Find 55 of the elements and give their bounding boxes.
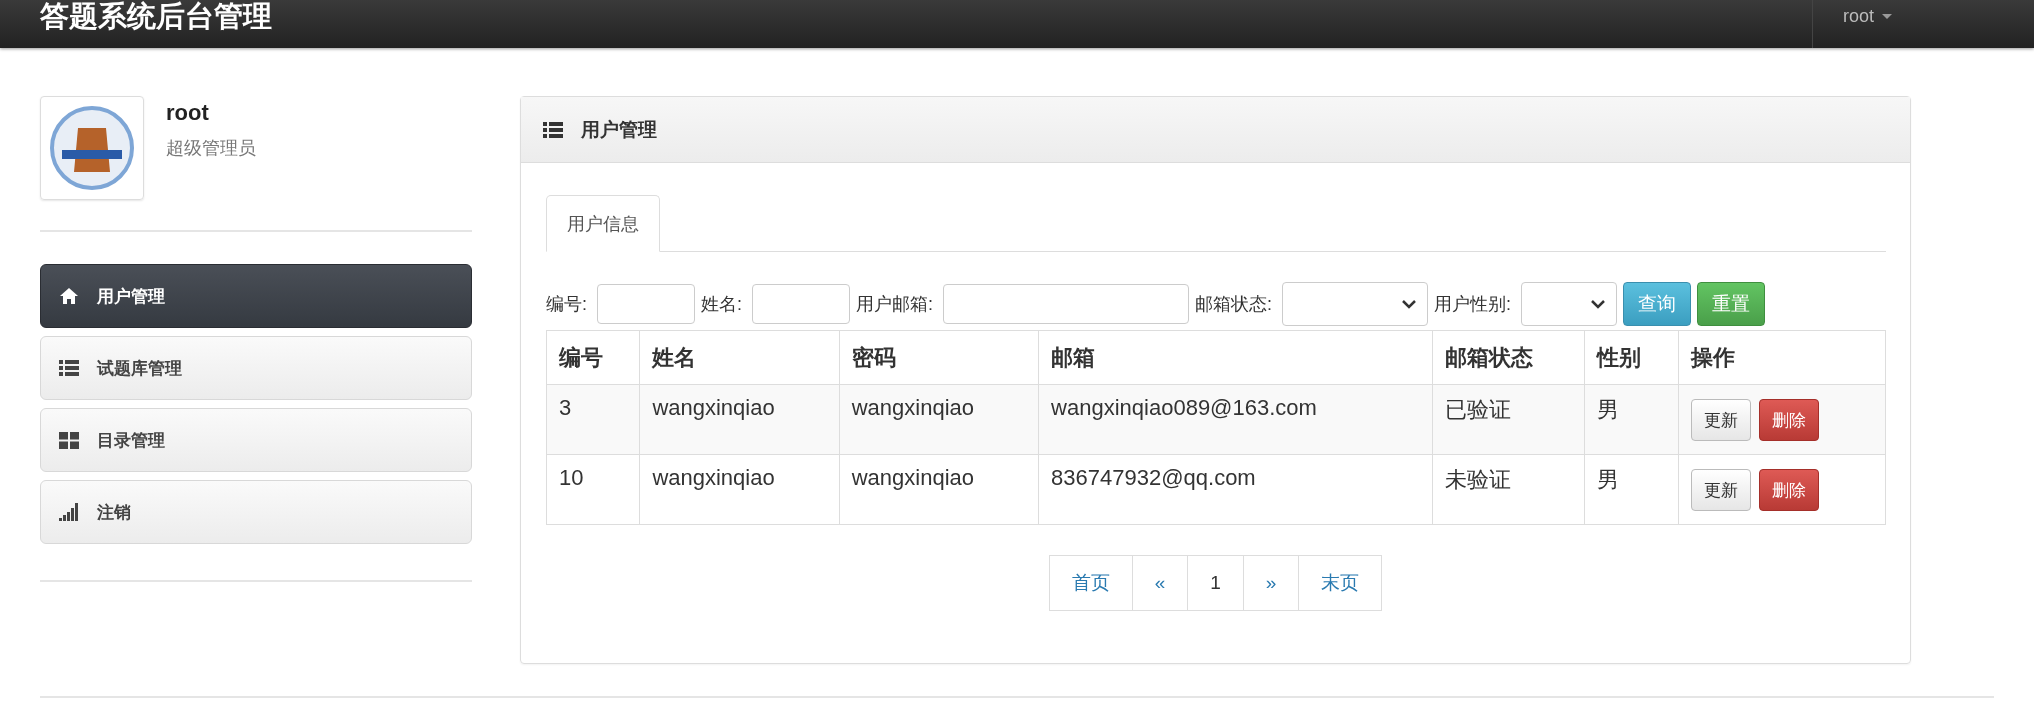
table-cell: wangxinqiao <box>839 384 1039 455</box>
sidebar-item[interactable]: 试题库管理 <box>40 336 472 400</box>
input-field[interactable] <box>752 284 851 324</box>
column-header: 编号 <box>546 330 640 385</box>
filter-label: 用户邮箱: <box>856 293 934 316</box>
delete-button[interactable]: 删除 <box>1758 399 1819 441</box>
column-header: 姓名 <box>639 330 840 385</box>
update-button[interactable]: 更新 <box>1690 399 1751 441</box>
table-cell: 男 <box>1585 454 1679 525</box>
pagination-link[interactable]: « <box>1131 555 1189 611</box>
profile-role: 超级管理员 <box>166 137 256 160</box>
grid-icon <box>59 431 79 449</box>
list-icon <box>59 360 79 376</box>
column-header: 邮箱状态 <box>1432 330 1585 385</box>
delete-button[interactable]: 删除 <box>1758 469 1819 511</box>
pagination-link[interactable]: 1 <box>1187 555 1244 611</box>
table-cell: wangxinqiao089@163.com <box>1038 384 1433 455</box>
profile-name: root <box>166 100 210 126</box>
user-menu[interactable]: root <box>1812 0 2034 48</box>
table-cell: 3 <box>546 384 640 455</box>
filter-label: 用户性别: <box>1434 293 1512 316</box>
table-cell: wangxinqiao <box>839 454 1039 525</box>
home-icon <box>59 287 79 305</box>
update-button[interactable]: 更新 <box>1690 469 1751 511</box>
filter-label: 编号: <box>546 293 587 316</box>
pagination-link[interactable]: 末页 <box>1298 555 1383 611</box>
table-cell: wangxinqiao <box>639 454 840 525</box>
app-title: 答题系统后台管理 <box>40 0 272 34</box>
pagination-link[interactable]: 首页 <box>1048 555 1133 611</box>
table-cell: 10 <box>546 454 640 525</box>
chevron-down-icon <box>1590 299 1607 309</box>
filter-label: 姓名: <box>701 293 743 316</box>
table-cell: 836747932@qq.com <box>1038 454 1433 525</box>
table-cell: 已验证 <box>1432 384 1585 455</box>
select-field[interactable] <box>1282 282 1429 326</box>
column-header: 性别 <box>1585 330 1679 385</box>
signal-bars-icon <box>59 503 79 521</box>
column-header: 密码 <box>839 330 1039 385</box>
column-header: 操作 <box>1678 330 1886 385</box>
sidebar-item[interactable]: 用户管理 <box>40 264 472 328</box>
table-cell: 未验证 <box>1432 454 1585 525</box>
input-field[interactable] <box>943 284 1190 324</box>
panel-title: 用户管理 <box>581 117 657 142</box>
sidebar-item[interactable]: 注销 <box>40 480 472 544</box>
table-cell: 男 <box>1585 384 1679 455</box>
table-cell: wangxinqiao <box>639 384 840 455</box>
filter-label: 邮箱状态: <box>1195 293 1273 316</box>
list-icon <box>543 121 563 138</box>
column-header: 邮箱 <box>1038 330 1433 385</box>
chevron-down-icon <box>1401 299 1418 309</box>
tab[interactable]: 用户信息 <box>546 195 660 252</box>
pagination-link[interactable]: » <box>1242 555 1300 611</box>
input-field[interactable] <box>597 284 695 324</box>
sidebar-item[interactable]: 目录管理 <box>40 408 472 472</box>
select-field[interactable] <box>1521 282 1618 326</box>
